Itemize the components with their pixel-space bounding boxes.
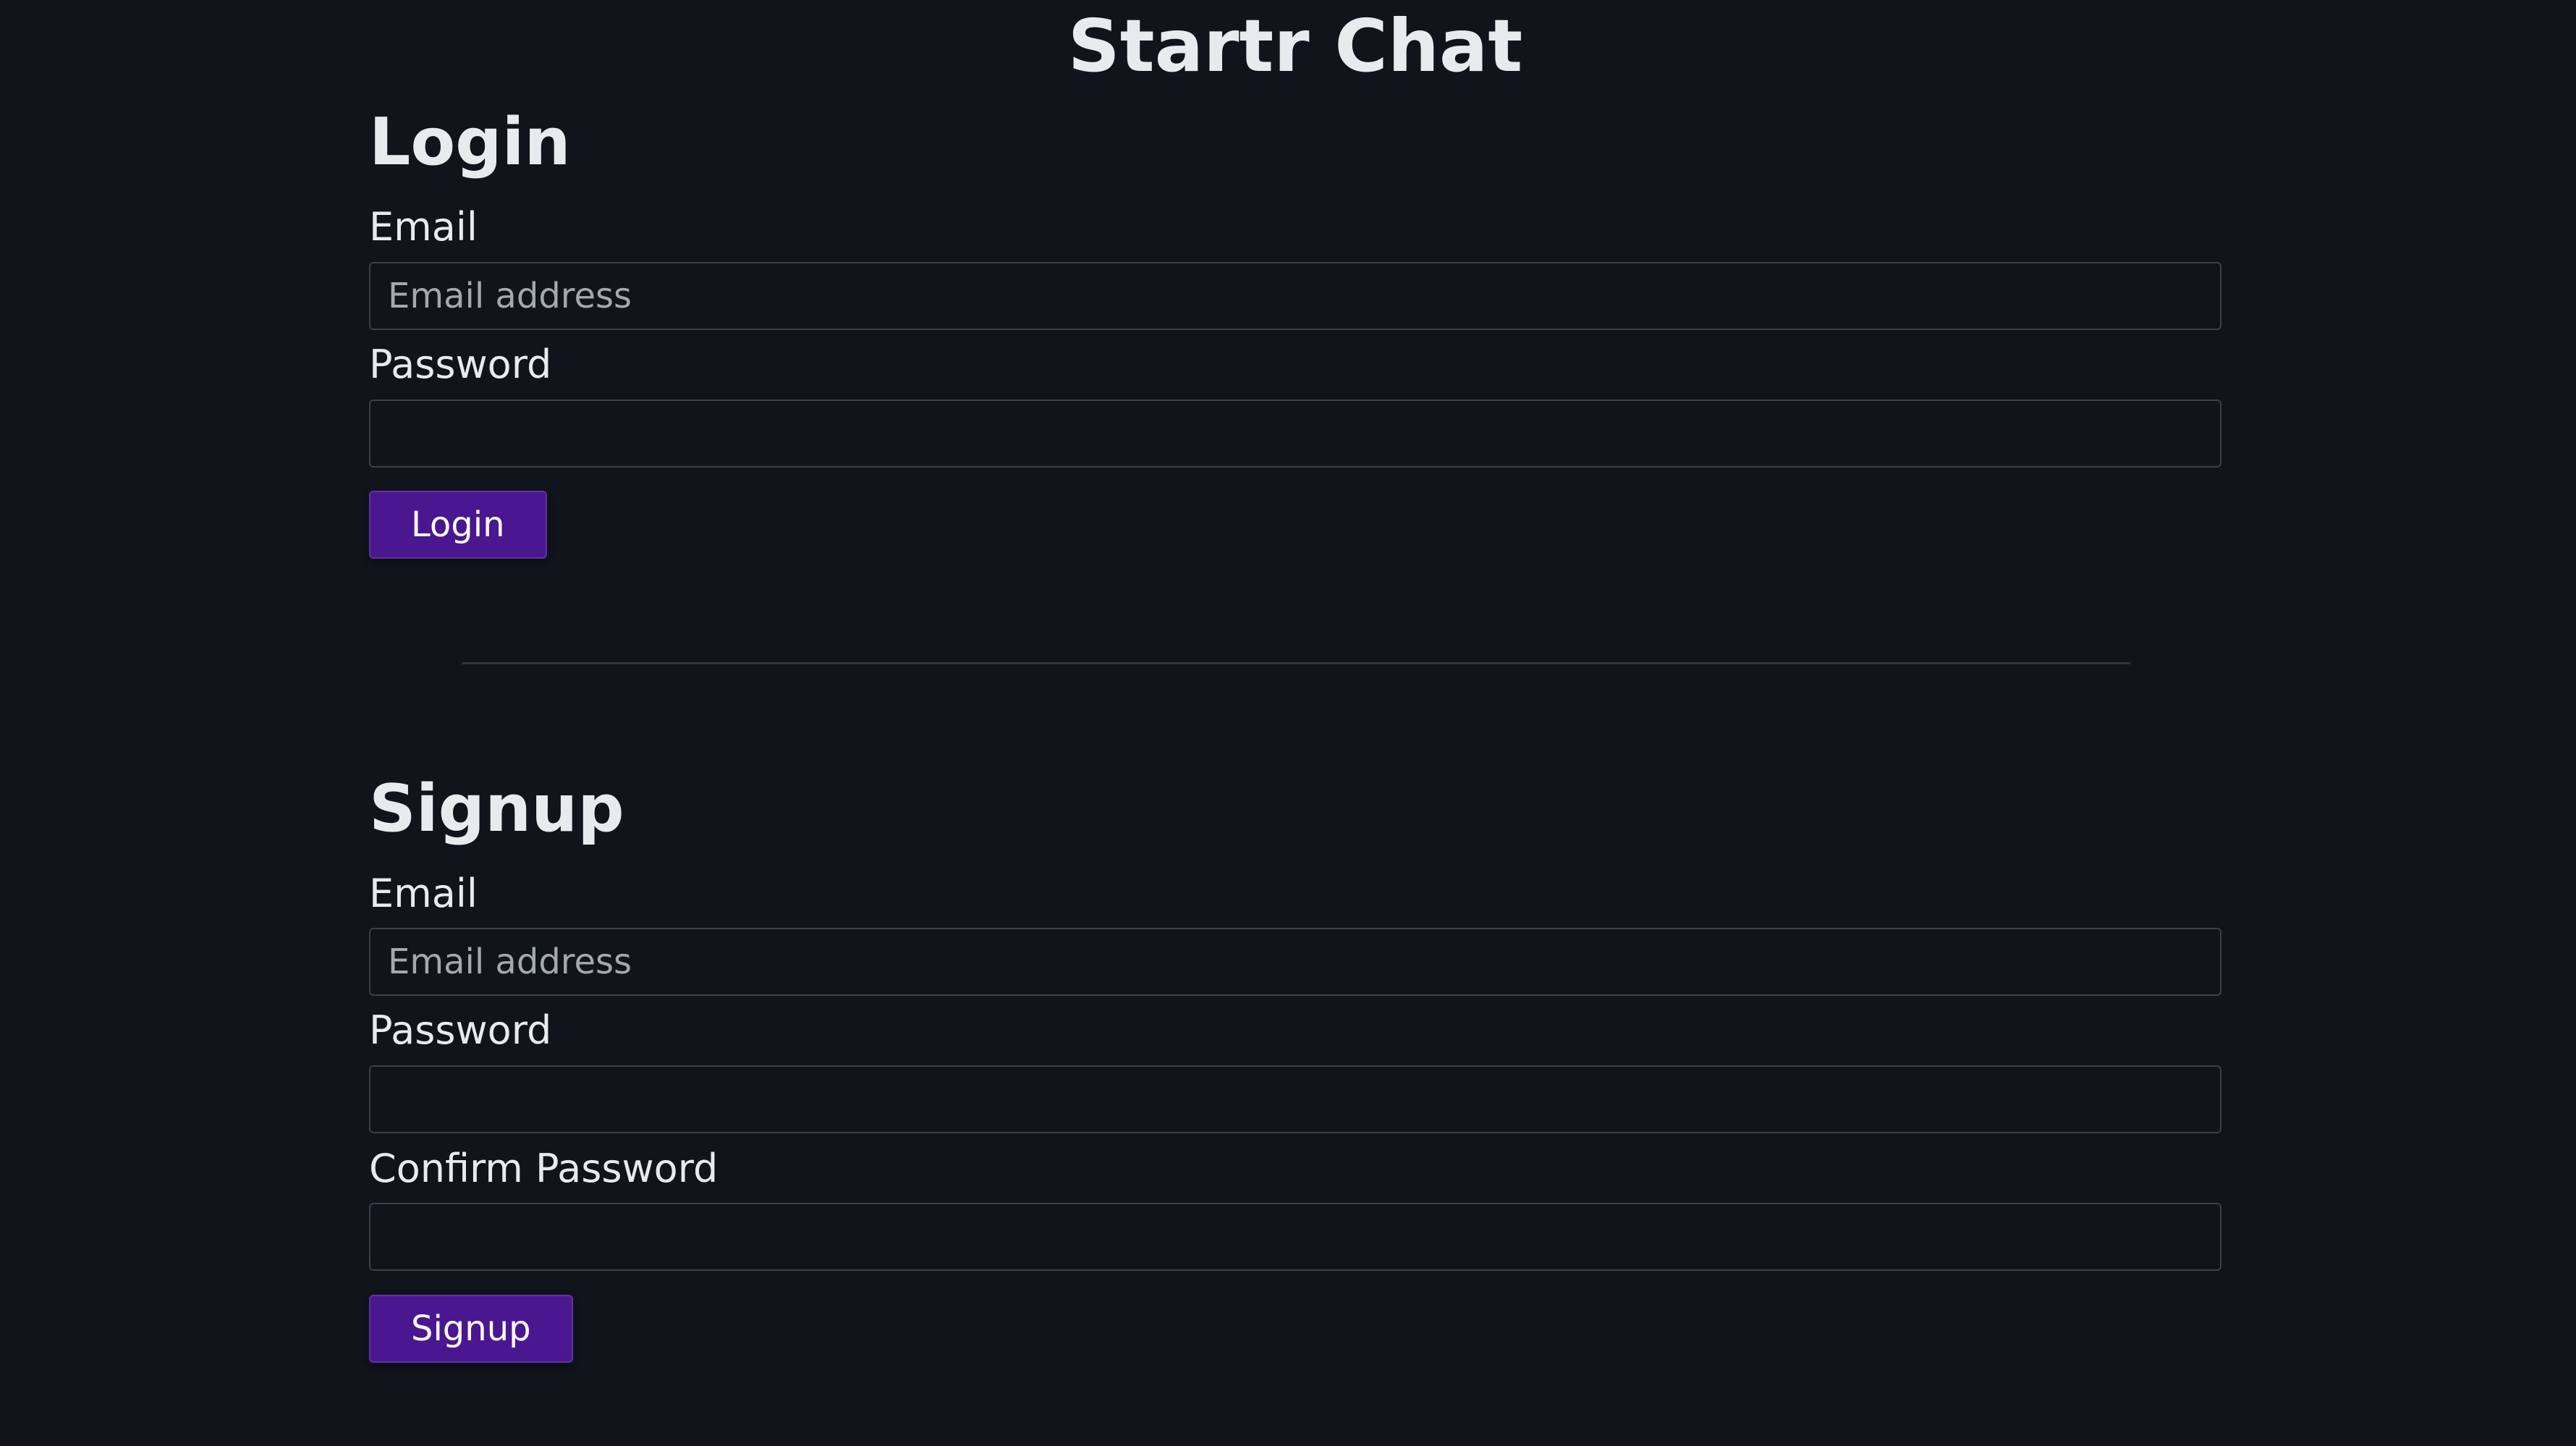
login-email-input[interactable]: [369, 262, 2221, 330]
app-page: Startr Chat Login Email Password Login S…: [0, 0, 2576, 1446]
signup-button[interactable]: Signup: [369, 1295, 573, 1363]
login-password-input[interactable]: [369, 399, 2221, 468]
signup-password-input[interactable]: [369, 1065, 2221, 1133]
signup-email-label: Email: [369, 871, 478, 916]
login-title: Login: [369, 104, 571, 180]
login-password-label: Password: [369, 342, 552, 387]
signup-email-input[interactable]: [369, 928, 2221, 996]
section-divider: [462, 662, 2130, 664]
login-email-label: Email: [369, 204, 478, 250]
signup-password-label: Password: [369, 1007, 552, 1053]
signup-title: Signup: [369, 771, 624, 847]
signup-confirm-password-input[interactable]: [369, 1203, 2221, 1271]
login-button[interactable]: Login: [369, 491, 547, 559]
signup-confirm-password-label: Confirm Password: [369, 1146, 719, 1191]
app-title: Startr Chat: [1067, 4, 1523, 88]
